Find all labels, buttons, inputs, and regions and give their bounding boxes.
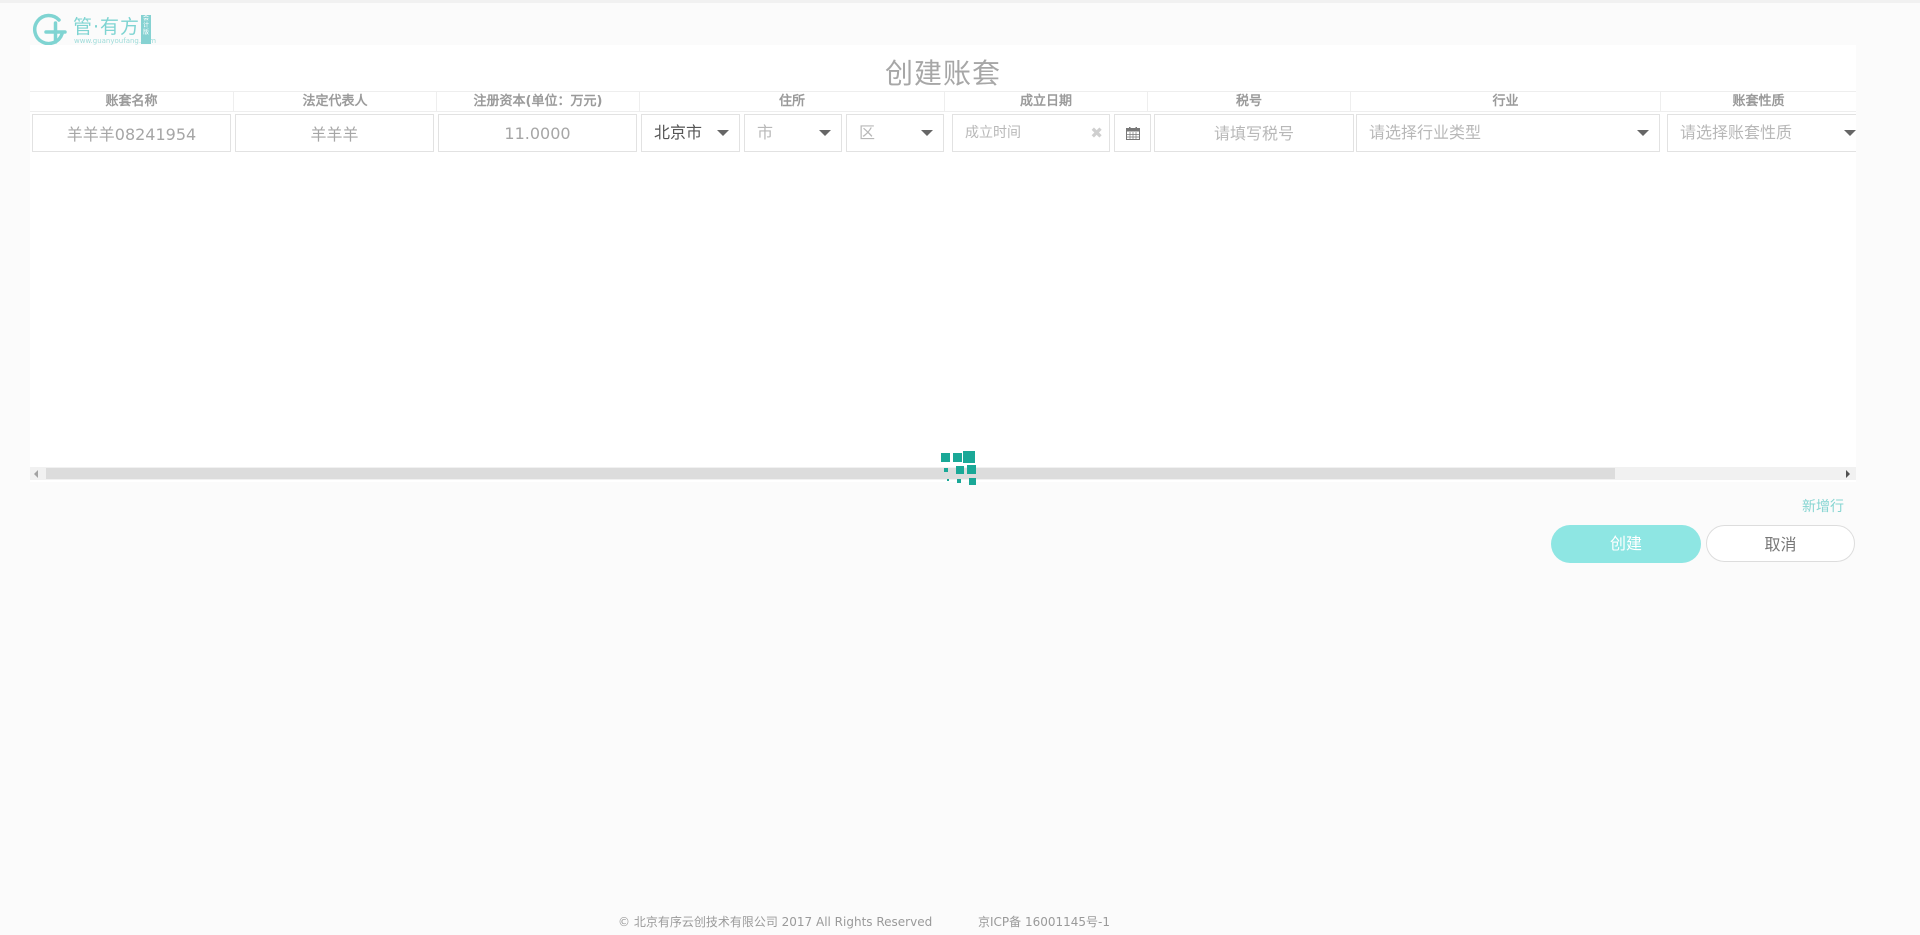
top-border [0,0,1920,3]
chevron-down-icon [1637,130,1649,136]
capital-input[interactable] [439,115,636,151]
logo[interactable]: 管·有方 www.guanyoufang.com 会计版 [29,10,156,46]
tax-no-input[interactable] [1155,115,1353,151]
legal-rep-input[interactable] [236,115,433,151]
loading-spinner-icon [941,451,981,491]
province-value: 北京市 [654,123,703,142]
header-industry: 行业 [1350,92,1660,111]
nature-select[interactable]: 请选择账套性质 [1667,114,1856,152]
logo-mark-icon [32,13,67,46]
header-established: 成立日期 [944,92,1147,111]
chevron-down-icon [1844,130,1856,136]
chevron-down-icon [921,130,933,136]
footer: © 北京有序云创技术有限公司 2017 All Rights Reserved … [0,913,1920,929]
ledger-name-input[interactable] [33,115,230,151]
calendar-button[interactable] [1114,114,1151,152]
page-title: 创建账套 [884,57,1001,90]
header-capital: 注册资本(单位：万元) [436,92,639,111]
header-nature: 账套性质 [1660,92,1856,111]
established-date-placeholder: 成立时间 [965,125,1021,141]
industry-select[interactable]: 请选择行业类型 [1356,114,1660,152]
city-value: 市 [757,123,774,142]
header-legal-rep: 法定代表人 [233,92,436,111]
nature-placeholder: 请选择账套性质 [1680,123,1793,142]
district-value: 区 [859,123,876,142]
table-row: 北京市 市 区 成立时间 ✖ 请选择行业 [30,114,1856,154]
district-select[interactable]: 区 [846,114,944,152]
scroll-thumb[interactable] [46,468,1615,479]
scroll-right-icon[interactable] [1846,470,1850,478]
tax-no-field[interactable] [1154,114,1354,152]
clear-icon[interactable]: ✖ [1090,115,1103,151]
industry-placeholder: 请选择行业类型 [1369,123,1482,142]
header-ledger-name: 账套名称 [105,94,158,109]
header-tax-no: 税号 [1147,92,1350,111]
city-select[interactable]: 市 [744,114,842,152]
capital-field[interactable] [438,114,637,152]
cancel-button[interactable]: 取消 [1706,525,1855,562]
established-date-input[interactable]: 成立时间 ✖ [952,114,1110,152]
footer-icp-link[interactable]: 京ICP备 16001145号-1 [978,913,1110,930]
logo-badge: 会计版 [141,15,151,44]
legal-rep-field[interactable] [235,114,434,152]
logo-name: 管·有方 [73,16,141,38]
province-select[interactable]: 北京市 [641,114,740,152]
header-address: 住所 [639,92,944,111]
footer-copyright: © 北京有序云创技术有限公司 2017 All Rights Reserved [618,915,933,929]
chevron-down-icon [717,130,729,136]
table-header: 账套名称 法定代表人 注册资本(单位：万元) 住所 成立日期 税号 行业 账套性… [30,91,1856,112]
add-row-link[interactable]: 新增行 [1802,496,1844,516]
create-ledger-panel: 创建账套 账套名称 法定代表人 注册资本(单位：万元) 住所 成立日期 税号 行… [30,45,1856,482]
create-button[interactable]: 创建 [1551,525,1701,563]
ledger-name-field[interactable] [32,114,231,152]
scroll-left-icon[interactable] [34,470,38,478]
chevron-down-icon [819,130,831,136]
calendar-icon [1126,127,1140,140]
